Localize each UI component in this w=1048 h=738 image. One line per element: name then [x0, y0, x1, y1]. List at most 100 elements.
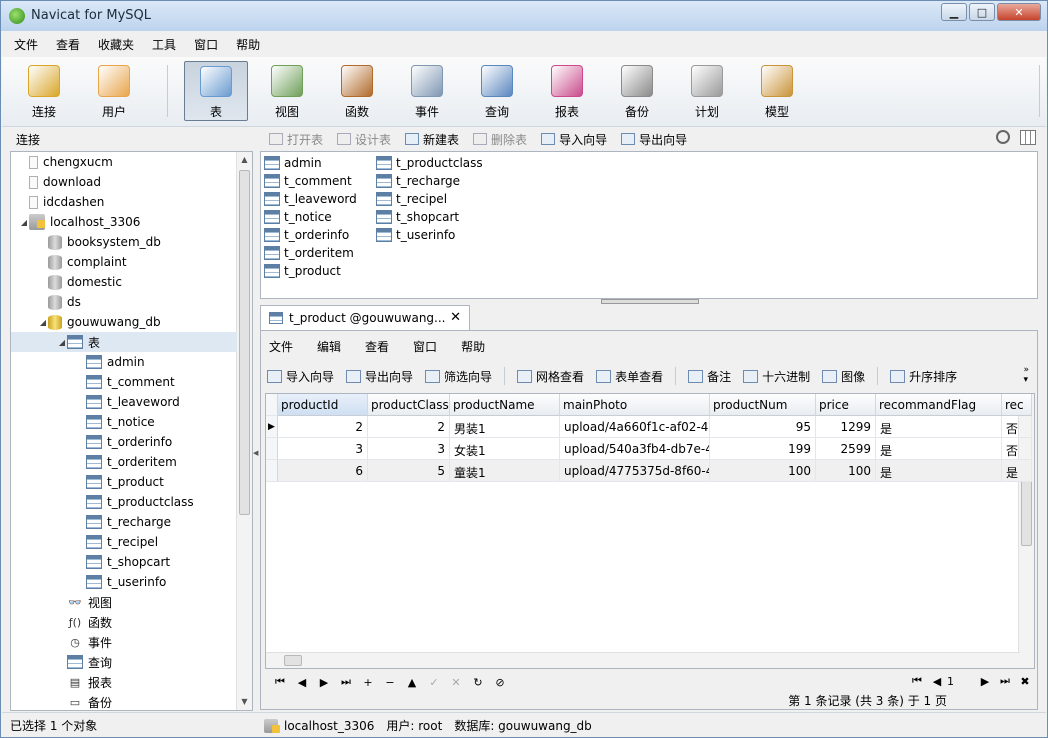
table-object[interactable]: t_productclass — [376, 154, 483, 172]
inner-menu-file[interactable]: 文件 — [269, 338, 293, 355]
delete-record-icon[interactable]: − — [379, 676, 401, 689]
tree-item[interactable]: t_recharge — [11, 512, 171, 532]
tree-item[interactable]: t_product — [11, 472, 164, 492]
table-cell[interactable]: 6 — [278, 460, 368, 482]
table-cell[interactable]: 5 — [368, 460, 450, 482]
tree-item[interactable]: domestic — [11, 272, 122, 292]
table-cell[interactable]: 男装1 — [450, 416, 560, 438]
table-object[interactable]: t_orderinfo — [264, 226, 349, 244]
table-cell[interactable]: 1299 — [816, 416, 876, 438]
tree-item[interactable]: ◷ 事件 — [11, 632, 112, 652]
inner-menu-view[interactable]: 查看 — [365, 338, 389, 355]
toolbar-button-6[interactable]: 查询 — [465, 61, 529, 121]
table-cell[interactable]: 100 — [710, 460, 816, 482]
tree-item[interactable]: ds — [11, 292, 81, 312]
table-cell[interactable]: 是 — [1002, 460, 1032, 482]
prev-record-icon[interactable]: ◀ — [291, 676, 313, 689]
toolbar-button-1[interactable]: 用户 — [82, 61, 146, 121]
grid-toolbar-button-0[interactable]: 导入向导 — [267, 368, 334, 385]
last-page-icon[interactable]: ⏭ — [995, 674, 1015, 688]
table-cell[interactable]: 否 — [1002, 416, 1032, 438]
tree-item[interactable]: t_recipel — [11, 532, 158, 552]
toolbar-button-4[interactable]: 函数 — [325, 61, 389, 121]
first-page-icon[interactable]: ⏮ — [907, 674, 927, 688]
table-cell[interactable]: 是 — [876, 460, 1002, 482]
table-cell[interactable]: upload/540a3fb4-db7e-4 — [560, 438, 710, 460]
tree-item[interactable]: 查询 — [11, 652, 112, 672]
next-record-icon[interactable]: ▶ — [313, 676, 335, 689]
table-cell[interactable]: 3 — [278, 438, 368, 460]
table-object[interactable]: t_recharge — [376, 172, 460, 190]
tree-item[interactable]: ▤ 报表 — [11, 672, 112, 692]
grid-horizontal-scrollbar[interactable] — [266, 652, 1020, 668]
column-header[interactable]: recommandFlag — [876, 394, 1002, 416]
tree-item[interactable]: ◢ 表 — [11, 332, 237, 352]
grid-toolbar-button-5[interactable]: 备注 — [688, 368, 731, 385]
expand-toggle-icon[interactable]: ◢ — [57, 338, 67, 347]
column-header[interactable]: productClassI — [368, 394, 450, 416]
table-object[interactable]: t_shopcart — [376, 208, 459, 226]
stop-icon[interactable]: ⊘ — [489, 676, 511, 689]
grid-hscroll-thumb[interactable] — [284, 655, 302, 666]
column-header[interactable]: rec — [1002, 394, 1032, 416]
menu-file[interactable]: 文件 — [8, 36, 50, 53]
inner-menu-window[interactable]: 窗口 — [413, 338, 437, 355]
apply-icon[interactable]: ✓ — [423, 676, 445, 689]
table-cell[interactable]: 女装1 — [450, 438, 560, 460]
toolbar-button-3[interactable]: 视图 — [255, 61, 319, 121]
table-cell[interactable]: 2 — [278, 416, 368, 438]
menu-favorites[interactable]: 收藏夹 — [92, 36, 146, 53]
last-record-icon[interactable]: ⏭ — [335, 675, 357, 689]
view-mode-icon[interactable] — [1020, 130, 1036, 145]
expand-toggle-icon[interactable]: ◢ — [38, 318, 48, 327]
table-cell[interactable]: 是 — [876, 438, 1002, 460]
table-cell[interactable]: 否 — [1002, 438, 1032, 460]
tree-item[interactable]: ◢ localhost_3306 — [11, 212, 140, 232]
grid-toolbar-button-7[interactable]: 图像 — [822, 368, 865, 385]
tab-t-product[interactable]: t_product @gouwuwang... ✕ — [260, 305, 470, 330]
tree-item[interactable]: t_shopcart — [11, 552, 170, 572]
search-icon[interactable] — [996, 130, 1010, 144]
tree-item[interactable]: t_orderitem — [11, 452, 177, 472]
grid-toolbar-button-4[interactable]: 表单查看 — [596, 368, 663, 385]
prev-page-icon[interactable]: ◀ — [927, 675, 947, 688]
tree-item[interactable]: chengxucm — [11, 152, 113, 172]
refresh-icon[interactable]: ↻ — [467, 676, 489, 689]
discard-icon[interactable]: ✕ — [445, 676, 467, 689]
row-indicator[interactable]: ▶ — [266, 416, 278, 438]
settings-icon[interactable]: ✖ — [1015, 675, 1035, 688]
menu-view[interactable]: 查看 — [50, 36, 92, 53]
maximize-button[interactable]: □ — [969, 3, 995, 21]
expand-toggle-icon[interactable]: ◢ — [19, 218, 29, 227]
table-cell[interactable]: 2599 — [816, 438, 876, 460]
menu-help[interactable]: 帮助 — [230, 36, 272, 53]
toolbar-button-9[interactable]: 计划 — [675, 61, 739, 121]
tree-item[interactable]: ƒ() 函数 — [11, 612, 112, 632]
scroll-down-icon[interactable]: ▼ — [237, 694, 252, 710]
toolbar-button-8[interactable]: 备份 — [605, 61, 669, 121]
toolbar-button-5[interactable]: 事件 — [395, 61, 459, 121]
menu-tools[interactable]: 工具 — [146, 36, 188, 53]
table-cell[interactable]: 100 — [816, 460, 876, 482]
table-object[interactable]: t_recipel — [376, 190, 447, 208]
edit-record-icon[interactable]: ▲ — [401, 676, 423, 689]
table-object[interactable]: t_orderitem — [264, 244, 354, 262]
toolbar-button-10[interactable]: 模型 — [745, 61, 809, 121]
table-cell[interactable]: 95 — [710, 416, 816, 438]
column-header[interactable]: price — [816, 394, 876, 416]
column-header[interactable]: productNum — [710, 394, 816, 416]
tree-scrollbar[interactable]: ▲ ▼ — [236, 152, 252, 710]
table-object[interactable]: admin — [264, 154, 322, 172]
table-cell[interactable]: 199 — [710, 438, 816, 460]
table-object[interactable]: t_notice — [264, 208, 332, 226]
scroll-thumb[interactable] — [239, 170, 250, 515]
grid-toolbar-button-8[interactable]: 升序排序 — [890, 368, 957, 385]
table-cell[interactable]: 童装1 — [450, 460, 560, 482]
tree-item[interactable]: ◢ gouwuwang_db — [11, 312, 161, 332]
next-page-icon[interactable]: ▶ — [975, 675, 995, 688]
column-header[interactable]: productId — [278, 394, 368, 416]
tree-item[interactable]: complaint — [11, 252, 127, 272]
column-header[interactable]: mainPhoto — [560, 394, 710, 416]
toolbar-overflow-icon[interactable]: » ▾ — [1023, 365, 1029, 385]
page-number-input[interactable] — [947, 673, 975, 689]
